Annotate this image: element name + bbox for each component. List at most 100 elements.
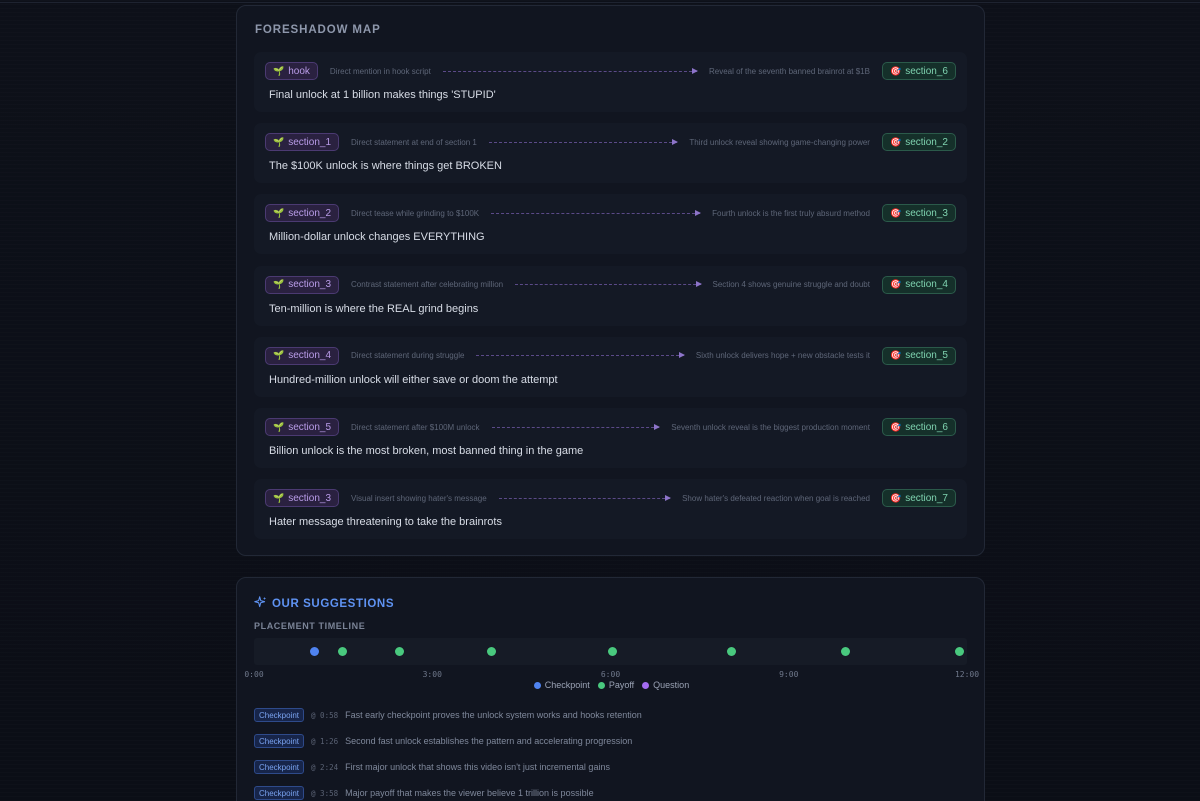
- suggestion-item[interactable]: Checkpoint @ 0:58 Fast early checkpoint pr…: [254, 708, 642, 722]
- legend-dot: [533, 681, 541, 689]
- legend-item: Payoff: [597, 680, 635, 690]
- source-tag-label: section_2: [288, 207, 332, 219]
- target-tag[interactable]: 🎯 section_7: [881, 489, 956, 508]
- target-icon: 🎯: [889, 492, 902, 503]
- placement-timeline-title: PLACEMENT TIMELINE: [254, 621, 366, 631]
- source-tag[interactable]: 🌱 section_1: [265, 133, 340, 152]
- payoff-note: Seventh unlock reveal is the biggest pro…: [671, 422, 870, 432]
- panel-title: FORESHADOW MAP: [255, 24, 381, 36]
- legend-label: Checkpoint: [544, 680, 590, 690]
- payoff-note: Show hater's defeated reaction when goal…: [682, 493, 870, 503]
- timeline-marker-payoff[interactable]: [394, 647, 404, 656]
- foreshadow-row-header: 🌱 section_3 Contrast statement after celeb…: [265, 275, 956, 294]
- legend-label: Payoff: [608, 680, 635, 690]
- foreshadow-row-header: 🌱 hook Direct mention in hook script Reveal…: [265, 62, 956, 80]
- suggestion-item[interactable]: Checkpoint @ 1:26 Second fast unlock estab…: [254, 734, 632, 748]
- target-icon: 🎯: [889, 350, 902, 361]
- source-tag[interactable]: 🌱 section_5: [265, 418, 340, 436]
- payoff-note: Third unlock reveal showing game-changin…: [689, 137, 870, 147]
- payoff-note: Fourth unlock is the first truly absurd …: [712, 208, 870, 218]
- setup-note: Contrast statement after celebrating mil…: [351, 280, 504, 290]
- timeline-tick-label: 0:00: [244, 670, 264, 679]
- seedling-icon: 🌱: [273, 65, 285, 76]
- target-tag-label: section_6: [905, 421, 948, 433]
- timeline-marker-payoff[interactable]: [954, 647, 964, 656]
- foreshadow-text: Hundred-million unlock will either save …: [269, 373, 558, 386]
- timeline-marker-payoff[interactable]: [607, 647, 617, 656]
- payoff-note: Section 4 shows genuine struggle and dou…: [712, 280, 870, 290]
- target-tag-label: section_4: [905, 279, 948, 291]
- source-tag-label: section_3: [288, 492, 332, 504]
- arrow-icon: [515, 281, 702, 288]
- source-tag[interactable]: 🌱 section_3: [265, 489, 340, 508]
- setup-note: Direct mention in hook script: [329, 66, 431, 76]
- source-tag[interactable]: 🌱 hook: [265, 62, 318, 80]
- target-icon: 🎯: [889, 136, 902, 147]
- suggestion-time: @ 1:26: [311, 736, 339, 746]
- timeline-marker-payoff[interactable]: [727, 647, 737, 656]
- seedling-icon: 🌱: [273, 421, 285, 432]
- target-tag-label: section_6: [905, 65, 948, 77]
- setup-note: Visual insert showing hater's message: [351, 493, 487, 503]
- suggestion-text: Major payoff that makes the viewer belie…: [345, 788, 594, 798]
- timeline-tick-label: 6:00: [600, 670, 621, 679]
- payoff-note: Reveal of the seventh banned brainrot at…: [708, 66, 870, 76]
- arrow-icon: [491, 209, 702, 216]
- target-icon: 🎯: [889, 65, 902, 76]
- legend-dot: [597, 681, 605, 689]
- source-tag-label: section_5: [288, 421, 332, 433]
- foreshadow-text: Final unlock at 1 billion makes things '…: [269, 89, 496, 101]
- arrow-icon: [488, 138, 678, 145]
- seedling-icon: 🌱: [273, 136, 285, 147]
- target-tag[interactable]: 🎯 section_3: [881, 204, 956, 223]
- foreshadow-row: 🌱 section_1 Direct statement at end of sec…: [254, 123, 967, 184]
- suggestion-type-badge: Checkpoint: [254, 734, 305, 748]
- suggestion-item[interactable]: Checkpoint @ 3:58 Major payoff that makes …: [254, 786, 594, 800]
- seedling-icon: 🌱: [273, 492, 285, 503]
- legend-label: Question: [653, 680, 690, 690]
- source-tag[interactable]: 🌱 section_4: [265, 346, 340, 365]
- target-tag[interactable]: 🎯 section_6: [881, 418, 956, 436]
- foreshadow-row-header: 🌱 section_2 Direct tease while grinding to…: [265, 204, 956, 223]
- target-icon: 🎯: [889, 279, 902, 290]
- timeline-tick-label: 12:00: [954, 670, 980, 679]
- suggestion-type-badge: Checkpoint: [254, 708, 305, 722]
- foreshadow-row-header: 🌱 section_5 Direct statement after $100M u…: [265, 418, 956, 436]
- timeline-marker-checkpoint[interactable]: [310, 647, 320, 656]
- timeline-marker-payoff[interactable]: [841, 647, 850, 656]
- seedling-icon: 🌱: [273, 350, 285, 361]
- target-tag[interactable]: 🎯 section_5: [881, 346, 956, 365]
- target-tag[interactable]: 🎯 section_6: [881, 62, 956, 80]
- arrow-icon: [442, 67, 699, 74]
- target-icon: 🎯: [889, 421, 902, 432]
- foreshadow-row: 🌱 hook Direct mention in hook script Reveal…: [254, 52, 967, 112]
- foreshadow-row: 🌱 section_3 Contrast statement after celeb…: [254, 265, 967, 326]
- setup-note: Direct statement at end of section 1: [351, 137, 477, 147]
- suggestions-panel: OUR SUGGESTIONS PLACEMENT TIMELINE 0:00 3…: [236, 577, 985, 801]
- timeline-tick-label: 3:00: [422, 670, 442, 679]
- target-icon: 🎯: [889, 207, 902, 218]
- setup-note: Direct tease while grinding to $100K: [351, 208, 480, 218]
- source-tag[interactable]: 🌱 section_3: [265, 275, 340, 294]
- suggestion-item[interactable]: Checkpoint @ 2:24 First major unlock that …: [254, 760, 610, 774]
- placement-timeline-track: [254, 638, 967, 665]
- timeline-legend: Checkpoint Payoff Question: [237, 680, 986, 690]
- target-tag[interactable]: 🎯 section_4: [881, 275, 956, 294]
- target-tag[interactable]: 🎯 section_2: [881, 133, 956, 152]
- foreshadow-text: Hater message threatening to take the br…: [269, 516, 502, 529]
- legend-dot: [642, 681, 650, 689]
- timeline-marker-payoff[interactable]: [486, 647, 496, 656]
- foreshadow-row: 🌱 section_3 Visual insert showing hater's …: [254, 479, 967, 540]
- timeline-marker-payoff[interactable]: [337, 647, 347, 656]
- legend-item: Question: [642, 680, 689, 690]
- foreshadow-row: 🌱 section_2 Direct tease while grinding to…: [254, 194, 967, 255]
- foreshadow-text: Million-dollar unlock changes EVERYTHING: [269, 231, 485, 244]
- source-tag[interactable]: 🌱 section_2: [265, 204, 340, 223]
- legend-item: Checkpoint: [533, 680, 590, 690]
- seedling-icon: 🌱: [273, 279, 285, 290]
- payoff-note: Sixth unlock delivers hope + new obstacl…: [695, 351, 870, 361]
- foreshadow-text: Billion unlock is the most broken, most …: [269, 445, 584, 457]
- source-tag-label: section_1: [288, 136, 332, 148]
- suggestion-type-badge: Checkpoint: [254, 760, 305, 774]
- arrow-icon: [498, 494, 672, 501]
